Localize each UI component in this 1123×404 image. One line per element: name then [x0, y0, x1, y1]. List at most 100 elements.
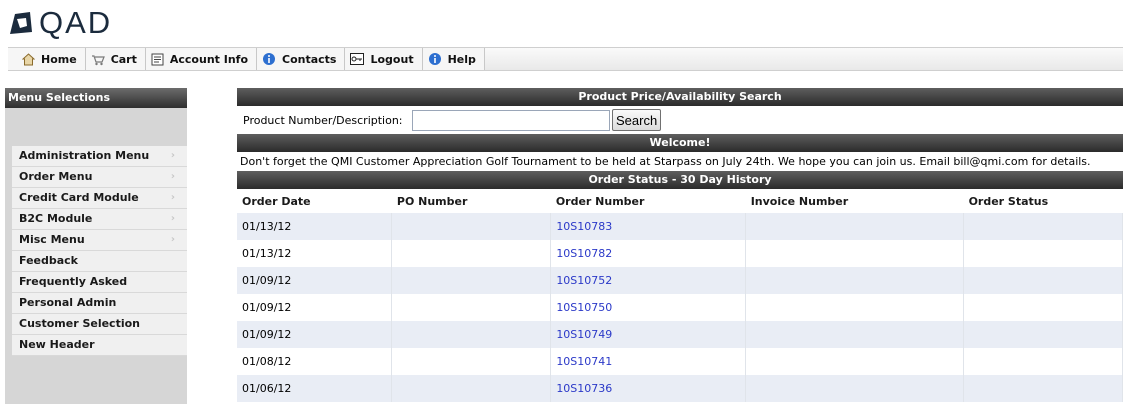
nav-help[interactable]: Help — [422, 48, 485, 70]
account-info-icon — [151, 53, 164, 65]
column-header-invoice-number[interactable]: Invoice Number — [745, 189, 964, 213]
nav-home-label: Home — [41, 52, 77, 66]
order-status-cell — [963, 294, 1123, 321]
column-header-order-number[interactable]: Order Number — [550, 189, 746, 213]
table-row: 01/13/12 10S10782 — [237, 240, 1123, 267]
sidebar-menu: Administration Menu › Order Menu › Credi… — [12, 146, 187, 356]
order-number-cell: 10S10741 — [550, 348, 747, 375]
nav-cart-label: Cart — [110, 52, 137, 66]
invoice-number-cell — [745, 267, 965, 294]
nav-logout-label: Logout — [370, 52, 414, 66]
table-row: 01/09/12 10S10749 — [237, 321, 1123, 348]
po-number-cell — [391, 348, 552, 375]
order-number-link[interactable]: 10S10750 — [556, 301, 612, 314]
order-number-cell: 10S10752 — [550, 267, 747, 294]
order-status-cell — [963, 267, 1123, 294]
order-date-cell: 01/09/12 — [237, 321, 393, 348]
nav-account-info[interactable]: Account Info — [145, 48, 258, 70]
top-nav: Home Cart Account Info Contacts Logout H… — [8, 47, 1123, 71]
order-date-cell: 01/09/12 — [237, 294, 393, 321]
sidebar-title: Menu Selections — [5, 88, 187, 108]
sidebar-item-label: Misc Menu — [19, 233, 85, 246]
order-number-link[interactable]: 10S10752 — [556, 274, 612, 287]
order-number-link[interactable]: 10S10736 — [556, 382, 612, 395]
search-row: Product Number/Description: Search — [237, 106, 1123, 134]
order-status-cell — [963, 348, 1123, 375]
order-number-link[interactable]: 10S10783 — [556, 220, 612, 233]
home-icon — [22, 52, 35, 65]
main-content: Product Price/Availability Search Produc… — [237, 88, 1123, 402]
nav-help-label: Help — [447, 52, 476, 66]
po-number-cell — [391, 294, 552, 321]
nav-account-info-label: Account Info — [169, 52, 249, 66]
order-number-cell: 10S10749 — [550, 321, 747, 348]
qad-logo-icon — [8, 10, 34, 36]
nav-contacts-label: Contacts — [282, 52, 337, 66]
table-row: 01/09/12 10S10752 — [237, 267, 1123, 294]
sidebar-item-label: Order Menu — [19, 170, 93, 183]
table-row: 01/09/12 10S10750 — [237, 294, 1123, 321]
order-date-cell: 01/13/12 — [237, 213, 393, 240]
order-number-cell: 10S10783 — [550, 213, 747, 240]
nav-cart[interactable]: Cart — [85, 48, 146, 70]
column-header-po-number[interactable]: PO Number — [391, 189, 551, 213]
invoice-number-cell — [745, 348, 965, 375]
contacts-icon — [263, 53, 276, 65]
search-label: Product Number/Description: — [243, 113, 403, 127]
sidebar-item-frequently-asked[interactable]: Frequently Asked — [12, 272, 187, 293]
order-number-link[interactable]: 10S10782 — [556, 247, 612, 260]
invoice-number-cell — [745, 294, 965, 321]
chevron-right-icon: › — [170, 213, 175, 224]
column-header-order-date[interactable]: Order Date — [237, 189, 392, 213]
logo-text: QAD — [39, 5, 113, 40]
order-date-cell: 01/08/12 — [237, 348, 393, 375]
sidebar-item-personal-admin[interactable]: Personal Admin — [12, 293, 187, 314]
po-number-cell — [391, 321, 552, 348]
nav-home[interactable]: Home — [8, 48, 86, 70]
sidebar: Menu Selections Administration Menu › Or… — [5, 88, 187, 404]
sidebar-item-label: Customer Selection — [19, 317, 140, 330]
order-status-table: Order Date PO Number Order Number Invoic… — [237, 189, 1123, 402]
chevron-right-icon: › — [170, 171, 175, 182]
sidebar-item-customer-selection[interactable]: Customer Selection — [12, 314, 187, 335]
help-icon — [428, 53, 441, 65]
welcome-title: Welcome! — [237, 134, 1123, 152]
order-date-cell: 01/13/12 — [237, 240, 393, 267]
logo: QAD — [8, 6, 112, 40]
sidebar-item-label: Frequently Asked — [19, 275, 128, 288]
order-date-cell: 01/09/12 — [237, 267, 393, 294]
chevron-right-icon: › — [170, 192, 175, 203]
search-button[interactable]: Search — [612, 109, 662, 131]
search-section-title: Product Price/Availability Search — [237, 88, 1123, 106]
sidebar-item-order-menu[interactable]: Order Menu › — [12, 167, 187, 188]
sidebar-spacer — [5, 108, 187, 146]
sidebar-item-credit-card-module[interactable]: Credit Card Module › — [12, 188, 187, 209]
sidebar-item-misc-menu[interactable]: Misc Menu › — [12, 230, 187, 251]
invoice-number-cell — [745, 321, 965, 348]
sidebar-item-administration-menu[interactable]: Administration Menu › — [12, 146, 187, 167]
sidebar-item-label: B2C Module — [19, 212, 93, 225]
nav-contacts[interactable]: Contacts — [257, 48, 346, 70]
order-number-link[interactable]: 10S10749 — [556, 328, 612, 341]
sidebar-item-label: Credit Card Module — [19, 191, 139, 204]
po-number-cell — [391, 267, 552, 294]
sidebar-item-label: Administration Menu — [19, 149, 150, 162]
order-number-cell: 10S10736 — [550, 375, 747, 402]
order-status-cell — [963, 213, 1123, 240]
order-number-link[interactable]: 10S10741 — [556, 355, 612, 368]
table-row: 01/08/12 10S10741 — [237, 348, 1123, 375]
order-number-cell: 10S10750 — [550, 294, 747, 321]
sidebar-item-feedback[interactable]: Feedback — [12, 251, 187, 272]
po-number-cell — [391, 213, 552, 240]
order-status-cell — [963, 240, 1123, 267]
search-input[interactable] — [412, 109, 610, 131]
nav-logout[interactable]: Logout — [345, 48, 423, 70]
po-number-cell — [391, 240, 552, 267]
sidebar-item-label: New Header — [19, 338, 95, 351]
sidebar-item-new-header[interactable]: New Header — [12, 335, 187, 356]
sidebar-item-label: Personal Admin — [19, 296, 117, 309]
sidebar-item-b2c-module[interactable]: B2C Module › — [12, 209, 187, 230]
column-header-order-status[interactable]: Order Status — [963, 189, 1123, 213]
invoice-number-cell — [745, 240, 965, 267]
table-row: 01/13/12 10S10783 — [237, 213, 1123, 240]
